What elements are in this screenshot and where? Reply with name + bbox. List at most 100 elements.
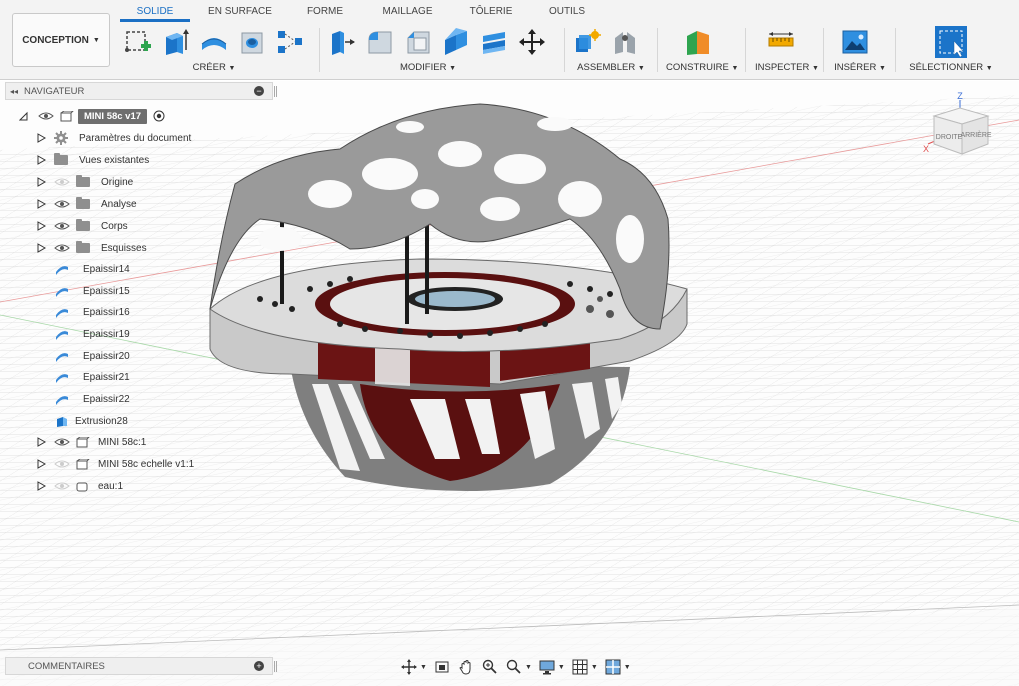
tree-item-thicken[interactable]: Epaissir20 [55,346,130,366]
measure-icon[interactable] [767,28,795,56]
tab-outils[interactable]: OUTILS [527,0,607,22]
chevron-down-icon[interactable]: ▼ [624,664,631,671]
visibility-eye-icon[interactable] [54,199,70,209]
tree-item-origin[interactable]: Origine [37,172,133,192]
comments-title: COMMENTAIRES [28,660,105,672]
tree-item-thicken[interactable]: Epaissir21 [55,367,130,387]
revolve-icon[interactable] [200,28,228,56]
tree-item-thicken[interactable]: Epaissir14 [55,259,130,279]
comments-panel[interactable]: COMMENTAIRES + [5,657,277,675]
grid-settings-icon[interactable] [571,659,589,675]
inspect-group: INSPECTER ▼ [755,24,819,78]
tree-item-label: Epaissir20 [83,350,130,362]
tab-solide[interactable]: SOLIDE [120,0,190,22]
chevron-down-icon[interactable]: ▼ [558,664,565,671]
minimize-icon[interactable]: − [254,86,264,96]
tree-item-thicken[interactable]: Epaissir19 [55,324,130,344]
panel-grip-icon[interactable] [274,661,277,672]
model-3d[interactable] [200,99,700,499]
root-component-label[interactable]: MINI 58c v17 [78,108,148,124]
chamfer-icon[interactable] [404,28,432,56]
press-pull-icon[interactable] [328,28,356,56]
inspect-menu[interactable]: INSPECTER ▼ [755,62,819,73]
pan-hand-icon[interactable] [457,659,475,675]
thicken-icon [56,265,68,275]
display-settings-icon[interactable] [538,659,556,675]
add-comment-icon[interactable]: + [254,661,264,671]
hidden-eye-icon[interactable] [54,481,70,491]
visibility-eye-icon[interactable] [54,221,70,231]
viewcube[interactable]: DROITE ARRIÈRE Z X [920,91,1000,164]
look-at-icon[interactable] [433,659,451,675]
chevron-down-icon[interactable]: ▼ [591,664,598,671]
split-body-icon[interactable] [480,28,508,56]
move-icon[interactable] [518,28,546,56]
thicken-icon [56,287,68,297]
tab-en-surface[interactable]: EN SURFACE [190,0,290,22]
tree-item-thicken[interactable]: Epaissir15 [55,281,130,301]
collapsed-triangle-icon[interactable] [37,199,46,209]
tree-item-extrude[interactable]: Extrusion28 [55,411,128,431]
create-menu[interactable]: CRÉER ▼ [114,62,314,73]
shell-icon[interactable] [442,28,470,56]
expanded-triangle-icon[interactable] [19,111,28,121]
pattern-icon[interactable] [276,28,304,56]
tree-item-bodies[interactable]: Corps [37,216,128,236]
insert-menu[interactable]: INSÉRER ▼ [832,62,888,73]
viewcube-right-face[interactable]: DROITE [936,134,963,141]
thicken-icon [56,308,68,318]
extrude-icon[interactable] [162,28,190,56]
visibility-eye-icon[interactable] [38,111,54,121]
modify-menu[interactable]: MODIFIER ▼ [298,62,558,73]
collapsed-triangle-icon[interactable] [37,459,46,469]
tree-item-component[interactable]: eau:1 [37,476,123,496]
tree-item-thicken[interactable]: Epaissir22 [55,389,130,409]
tab-maillage[interactable]: MAILLAGE [360,0,455,22]
panel-grip-icon[interactable] [274,86,277,97]
hidden-eye-icon[interactable] [54,459,70,469]
tree-item-named-views[interactable]: Vues existantes [37,150,149,170]
activate-radio-icon[interactable] [153,110,165,122]
zoom-icon[interactable] [481,659,499,675]
viewports-icon[interactable] [604,659,622,675]
workspace-switcher[interactable]: CONCEPTION ▼ [12,13,110,67]
zoom-window-icon[interactable] [505,659,523,675]
visibility-eye-icon[interactable] [54,243,70,253]
new-component-icon[interactable] [573,28,601,56]
tree-root[interactable]: MINI 58c v17 [19,106,165,126]
collapsed-triangle-icon[interactable] [37,481,46,491]
collapsed-triangle-icon[interactable] [37,221,46,231]
tree-item-sketches[interactable]: Esquisses [37,238,147,258]
collapsed-triangle-icon[interactable] [37,437,46,447]
create-sketch-icon[interactable] [124,28,152,56]
select-icon[interactable] [934,25,968,59]
construct-menu[interactable]: CONSTRUIRE ▼ [666,62,738,73]
chevron-down-icon[interactable]: ▼ [420,664,427,671]
tree-item-document-settings[interactable]: Paramètres du document [37,128,191,148]
construct-plane-icon[interactable] [684,28,712,56]
tab-forme[interactable]: FORME [290,0,360,22]
browser-header[interactable]: ◂◂ NAVIGATEUR − [5,82,277,100]
hidden-eye-icon[interactable] [54,177,70,187]
collapsed-triangle-icon[interactable] [37,133,46,143]
insert-image-icon[interactable] [841,28,869,56]
collapsed-triangle-icon[interactable] [37,243,46,253]
visibility-eye-icon[interactable] [54,437,70,447]
tree-item-analysis[interactable]: Analyse [37,194,137,214]
select-menu[interactable]: SÉLECTIONNER ▼ [906,62,996,73]
tree-item-thicken[interactable]: Epaissir16 [55,302,130,322]
tree-item-component[interactable]: MINI 58c echelle v1:1 [37,454,194,474]
viewcube-back-face[interactable]: ARRIÈRE [960,130,991,139]
hole-icon[interactable] [238,28,266,56]
fillet-icon[interactable] [366,28,394,56]
assemble-menu[interactable]: ASSEMBLER ▼ [573,62,649,73]
tree-item-label: Analyse [101,198,137,210]
joint-icon[interactable] [611,28,639,56]
tree-item-component[interactable]: MINI 58c:1 [37,432,146,452]
collapsed-triangle-icon[interactable] [37,155,46,165]
orbit-icon[interactable] [400,659,418,675]
tab-tolerie[interactable]: TÔLERIE [455,0,527,22]
chevron-down-icon[interactable]: ▼ [525,664,532,671]
collapsed-triangle-icon[interactable] [37,177,46,187]
collapse-left-icon[interactable]: ◂◂ [10,87,18,96]
